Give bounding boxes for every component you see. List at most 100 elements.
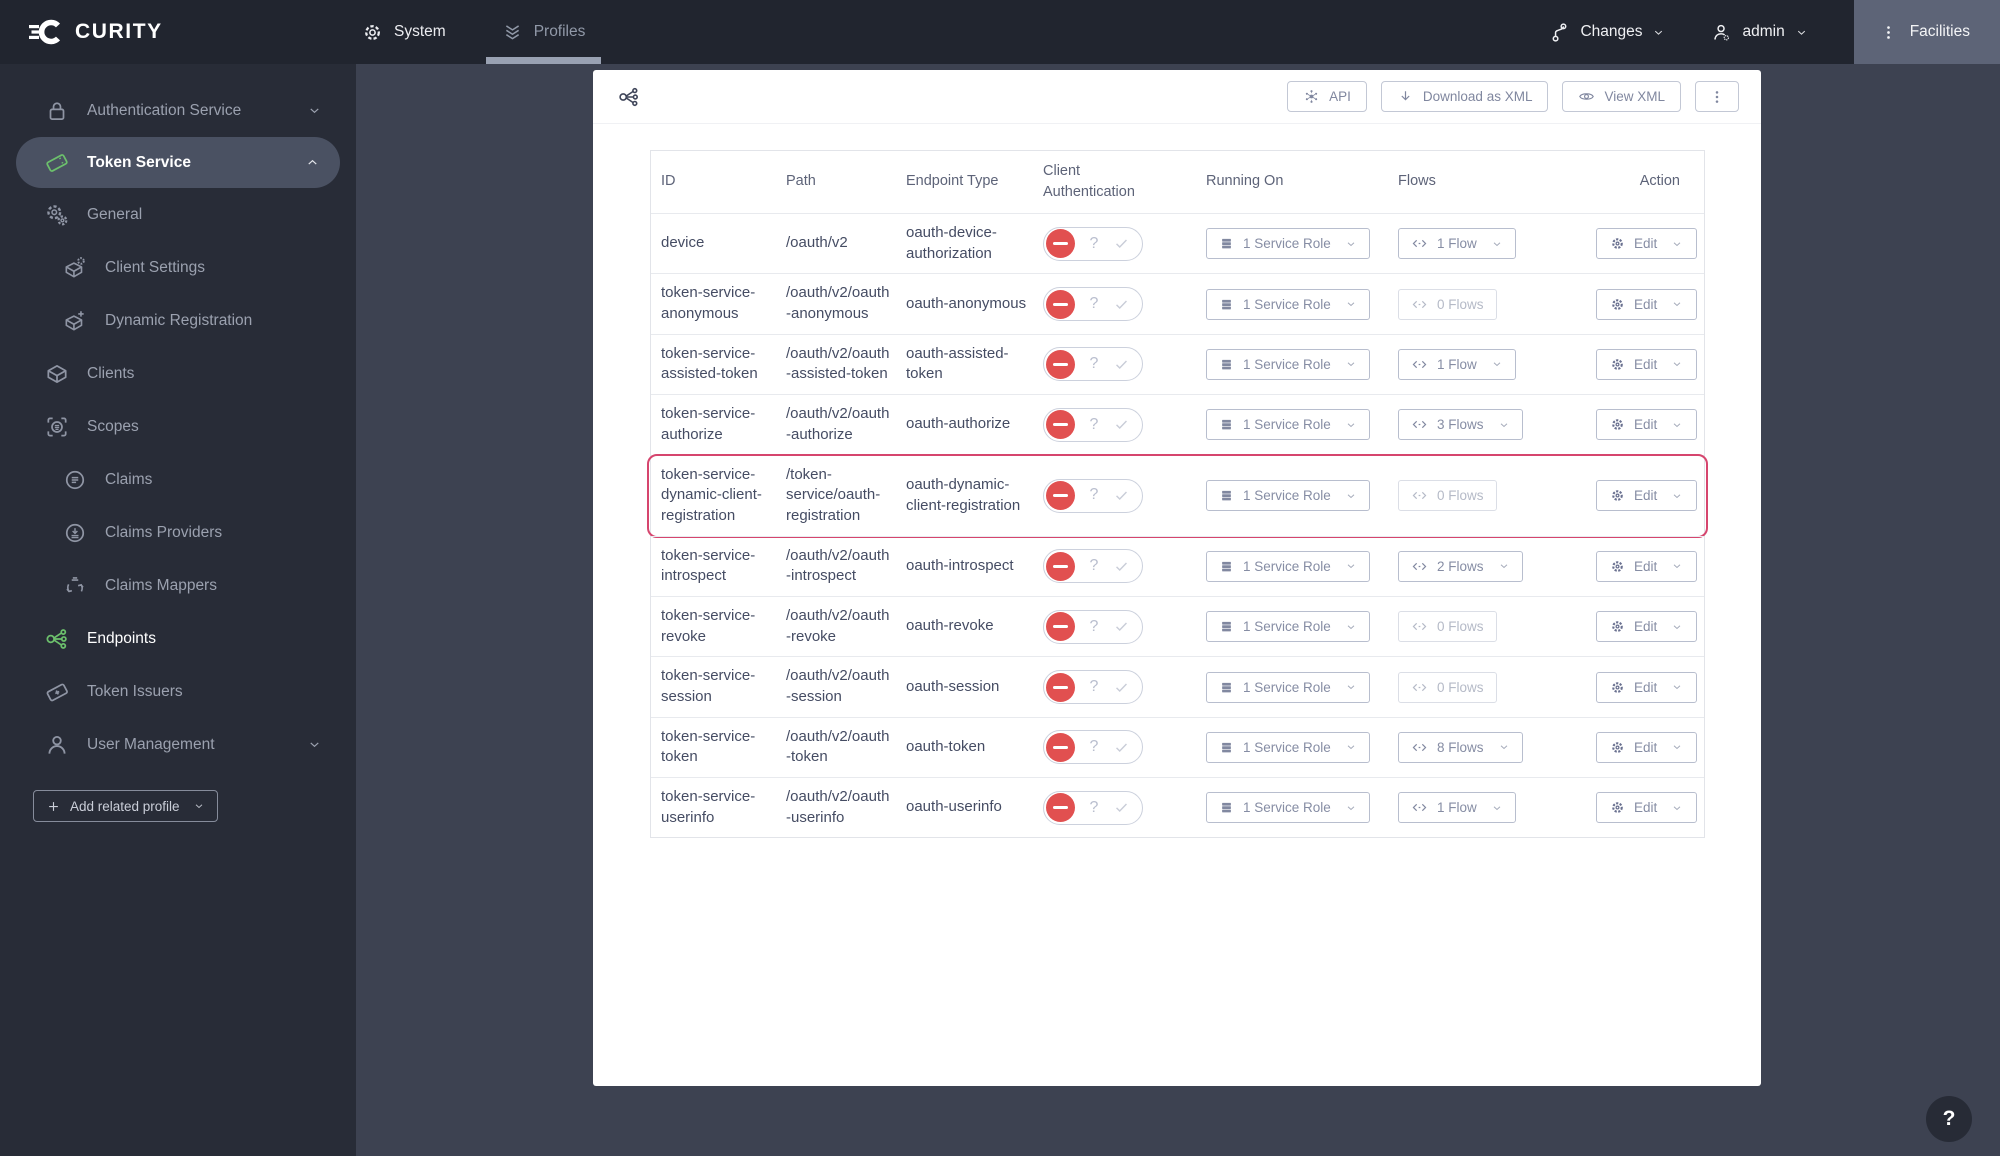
facilities-button[interactable]: Facilities (1853, 0, 2000, 64)
client-authentication-toggle[interactable]: ? (1043, 790, 1143, 825)
flows-select[interactable]: 1 Flow (1398, 792, 1516, 824)
deny-icon[interactable] (1046, 410, 1075, 440)
client-authentication-toggle[interactable]: ? (1043, 226, 1143, 261)
deny-icon[interactable] (1046, 793, 1075, 823)
edit-button[interactable]: Edit (1596, 792, 1698, 824)
optional-option[interactable]: ? (1090, 676, 1099, 698)
edit-button[interactable]: Edit (1596, 348, 1698, 380)
sidebar-item-token-issuers[interactable]: Token Issuers (0, 665, 356, 718)
add-related-profile-button[interactable]: Add related profile (33, 790, 218, 822)
flows-select[interactable]: 1 Flow (1398, 228, 1516, 260)
gear-icon (1610, 559, 1625, 574)
edit-button[interactable]: Edit (1596, 671, 1698, 703)
optional-option[interactable]: ? (1090, 353, 1099, 375)
check-icon[interactable] (1113, 416, 1130, 433)
flows-select[interactable]: 0 Flows (1398, 480, 1497, 512)
edit-button[interactable]: Edit (1596, 409, 1698, 441)
check-icon[interactable] (1113, 356, 1130, 373)
table-row: token-service-userinfo /oauth/v2/oauth-u… (651, 777, 1704, 837)
sidebar-item-dynamic-registration[interactable]: Dynamic Registration (0, 294, 356, 347)
check-icon[interactable] (1113, 618, 1130, 635)
check-icon[interactable] (1113, 679, 1130, 696)
check-icon[interactable] (1113, 739, 1130, 756)
client-authentication-toggle[interactable]: ? (1043, 287, 1143, 322)
sidebar-item-scopes[interactable]: Scopes (0, 400, 356, 453)
endpoint-path: /oauth/v2/oauth-assisted-token (786, 344, 890, 383)
sidebar-item-endpoints[interactable]: Endpoints (0, 612, 356, 665)
optional-option[interactable]: ? (1090, 233, 1099, 255)
flows-select[interactable]: 3 Flows (1398, 409, 1523, 441)
optional-option[interactable]: ? (1090, 555, 1099, 577)
sidebar-item-clients[interactable]: Clients (0, 347, 356, 400)
deny-icon[interactable] (1046, 481, 1075, 511)
optional-option[interactable]: ? (1090, 736, 1099, 758)
api-button[interactable]: API (1287, 81, 1367, 112)
optional-option[interactable]: ? (1090, 616, 1099, 638)
optional-option[interactable]: ? (1090, 484, 1099, 506)
optional-option[interactable]: ? (1090, 414, 1099, 436)
help-button[interactable]: ? (1926, 1096, 1972, 1142)
card-header: API Download as XML View XML (593, 70, 1761, 124)
check-icon[interactable] (1113, 799, 1130, 816)
sidebar-item-token-service[interactable]: Token Service (16, 137, 340, 188)
client-authentication-toggle[interactable]: ? (1043, 670, 1143, 704)
deny-icon[interactable] (1046, 612, 1075, 642)
lock-icon (44, 98, 70, 124)
running-on-select[interactable]: 1 Service Role (1206, 611, 1370, 643)
deny-icon[interactable] (1046, 672, 1075, 702)
view-xml-button[interactable]: View XML (1562, 81, 1681, 112)
check-icon[interactable] (1113, 487, 1130, 504)
client-authentication-toggle[interactable]: ? (1043, 478, 1143, 513)
download-as-xml-button[interactable]: Download as XML (1380, 81, 1549, 112)
client-authentication-toggle[interactable]: ? (1043, 730, 1143, 765)
more-options-button[interactable] (1695, 81, 1739, 112)
running-on-select[interactable]: 1 Service Role (1206, 671, 1370, 703)
curity-logo[interactable]: CURITY (0, 16, 250, 48)
client-authentication-toggle[interactable]: ? (1043, 347, 1143, 382)
tab-profiles[interactable]: Profiles (485, 0, 602, 64)
flows-select[interactable]: 0 Flows (1398, 288, 1497, 320)
running-on-select[interactable]: 1 Service Role (1206, 288, 1370, 320)
deny-icon[interactable] (1046, 349, 1075, 379)
running-on-select[interactable]: 1 Service Role (1206, 409, 1370, 441)
changes-menu[interactable]: Changes (1549, 22, 1665, 43)
edit-button[interactable]: Edit (1596, 611, 1698, 643)
client-authentication-toggle[interactable]: ? (1043, 549, 1143, 584)
edit-button[interactable]: Edit (1596, 550, 1698, 582)
running-on-select[interactable]: 1 Service Role (1206, 792, 1370, 824)
deny-icon[interactable] (1046, 289, 1075, 319)
optional-option[interactable]: ? (1090, 797, 1099, 819)
tab-system[interactable]: System (362, 0, 446, 64)
edit-button[interactable]: Edit (1596, 288, 1698, 320)
deny-icon[interactable] (1046, 551, 1075, 581)
running-on-select[interactable]: 1 Service Role (1206, 480, 1370, 512)
deny-icon[interactable] (1046, 732, 1075, 762)
running-on-select[interactable]: 1 Service Role (1206, 731, 1370, 763)
sidebar-item-claims[interactable]: Claims (0, 453, 356, 506)
edit-button[interactable]: Edit (1596, 731, 1698, 763)
check-icon[interactable] (1113, 296, 1130, 313)
sidebar-item-client-settings[interactable]: Client Settings (0, 241, 356, 294)
check-icon[interactable] (1113, 235, 1130, 252)
sidebar-item-authentication-service[interactable]: Authentication Service (0, 84, 356, 137)
running-on-select[interactable]: 1 Service Role (1206, 550, 1370, 582)
flows-select[interactable]: 0 Flows (1398, 671, 1497, 703)
flows-select[interactable]: 1 Flow (1398, 348, 1516, 380)
flows-select[interactable]: 0 Flows (1398, 611, 1497, 643)
edit-button[interactable]: Edit (1596, 228, 1698, 260)
client-authentication-toggle[interactable]: ? (1043, 407, 1143, 442)
sidebar-item-general[interactable]: General (0, 188, 356, 241)
admin-menu[interactable]: admin (1711, 22, 1807, 43)
client-authentication-toggle[interactable]: ? (1043, 609, 1143, 644)
edit-button[interactable]: Edit (1596, 480, 1698, 512)
sidebar-item-user-management[interactable]: User Management (0, 718, 356, 771)
running-on-select[interactable]: 1 Service Role (1206, 228, 1370, 260)
check-icon[interactable] (1113, 558, 1130, 575)
sidebar-item-claims-mappers[interactable]: Claims Mappers (0, 559, 356, 612)
flows-select[interactable]: 2 Flows (1398, 550, 1523, 582)
optional-option[interactable]: ? (1090, 293, 1099, 315)
sidebar-item-claims-providers[interactable]: Claims Providers (0, 506, 356, 559)
deny-icon[interactable] (1046, 229, 1075, 259)
running-on-select[interactable]: 1 Service Role (1206, 348, 1370, 380)
flows-select[interactable]: 8 Flows (1398, 731, 1523, 763)
